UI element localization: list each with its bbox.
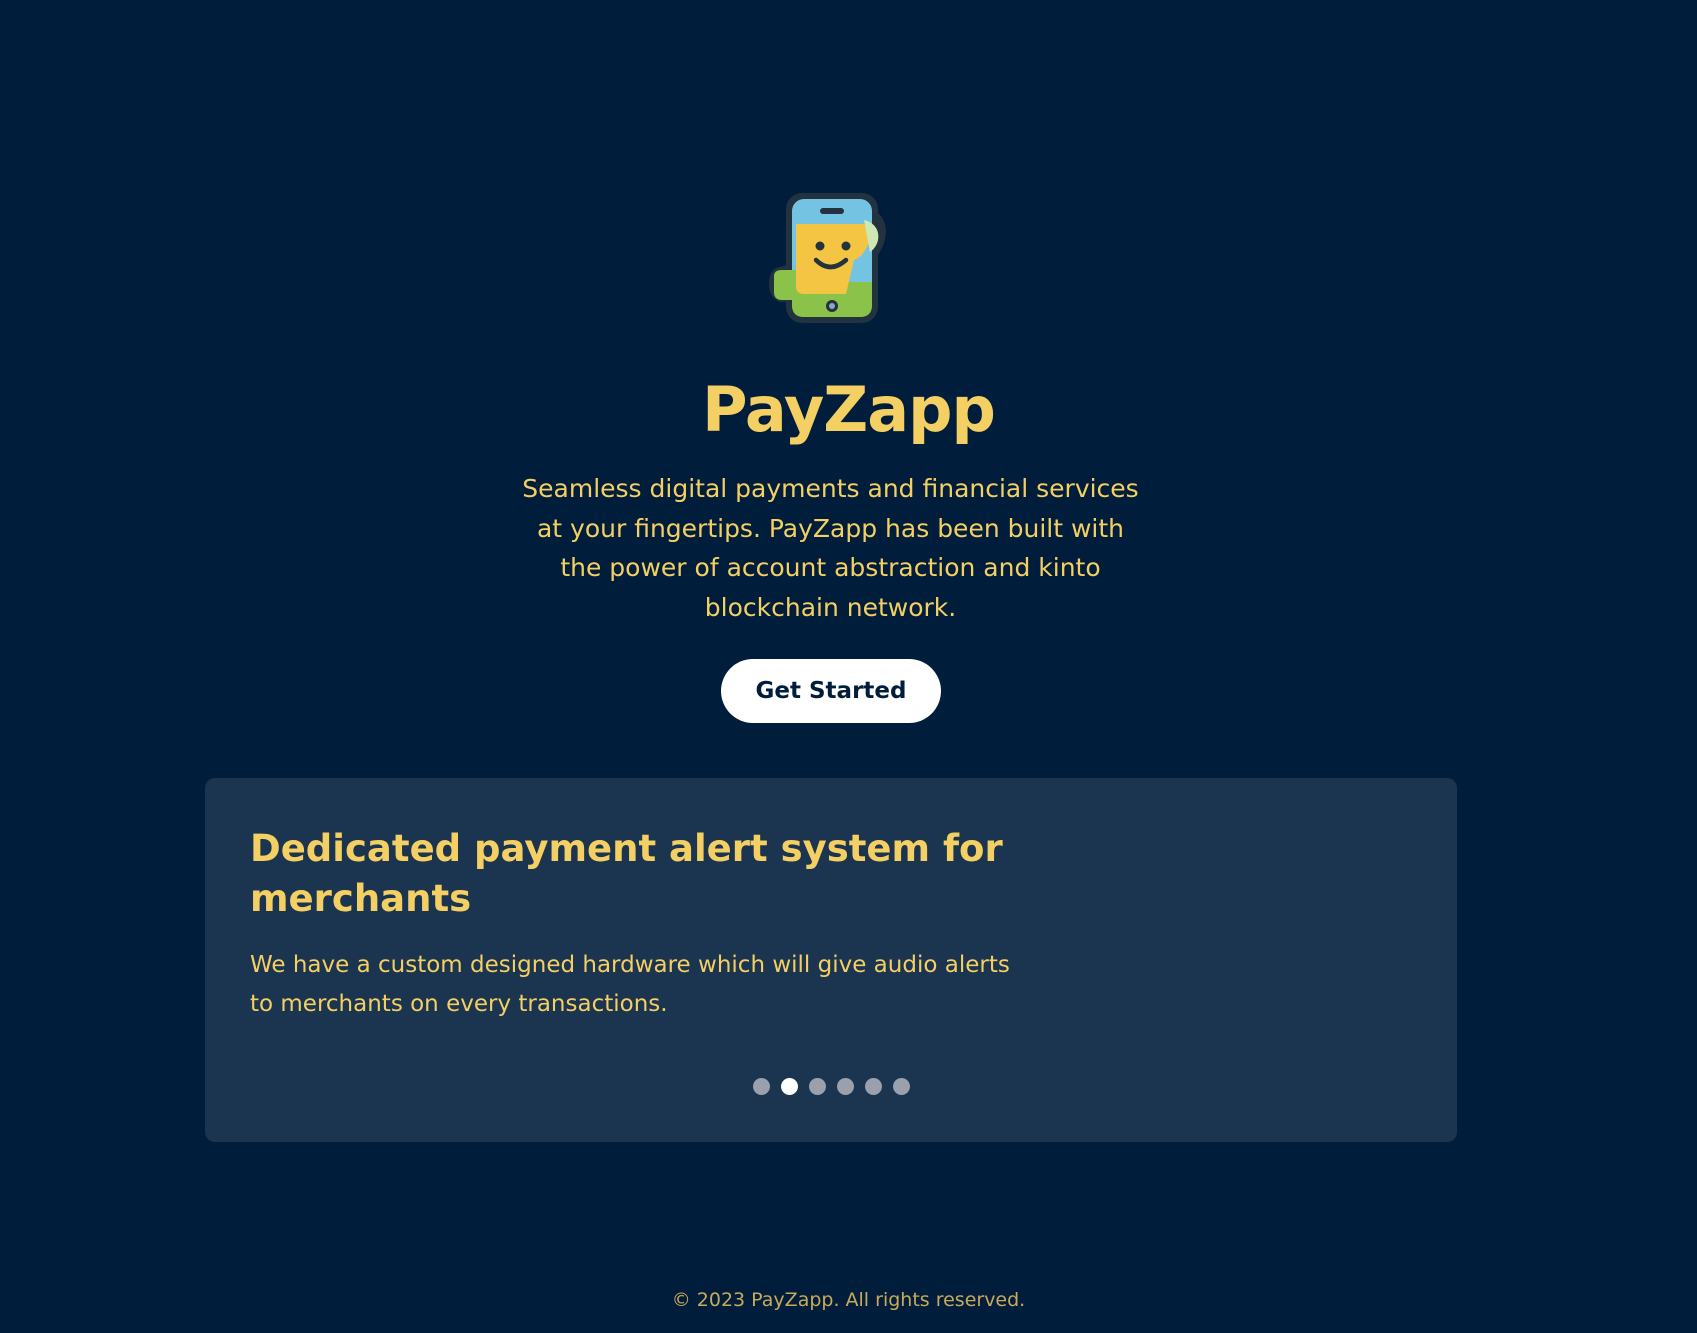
smiling-phone-icon [764,190,900,326]
carousel-dot[interactable] [892,1078,910,1095]
carousel-dot[interactable] [808,1078,826,1095]
tagline: Seamless digital payments and financial … [522,474,1139,622]
get-started-button[interactable]: Get Started [721,659,941,723]
slide-description: We have a custom designed hardware which… [250,952,1010,1017]
carousel-dot[interactable] [836,1078,854,1095]
carousel-dot[interactable] [780,1078,798,1095]
feature-carousel: Dedicated payment alert system for merch… [205,778,1457,1142]
slide-title: Dedicated payment alert system for merch… [250,827,1003,920]
carousel-dot[interactable] [752,1078,770,1095]
app-title: PayZapp [702,373,996,446]
carousel-pagination [205,1078,1457,1095]
footer-copyright: © 2023 PayZapp. All rights reserved. [671,1289,1026,1311]
carousel-dot[interactable] [864,1078,882,1095]
